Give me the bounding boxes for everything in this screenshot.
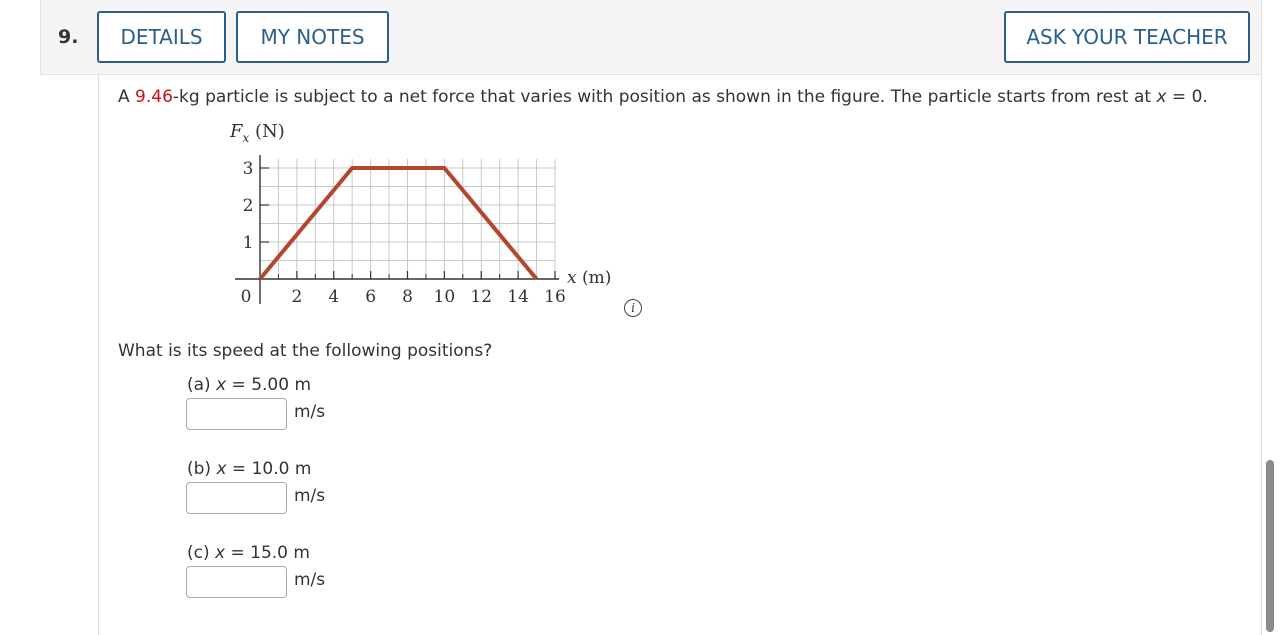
problem-text: -kg particle is subject to a net force t…: [172, 87, 1157, 107]
force-position-figure: 0 2 4 6 8 10 12 14 16 1 2 3 Fx (N) x (m): [220, 118, 620, 312]
question-number: 9.: [58, 26, 79, 48]
part-c-label: (c) x = 15.0 m: [187, 543, 310, 563]
problem-statement: A 9.46-kg particle is subject to a net f…: [118, 87, 1208, 107]
problem-prefix: A: [118, 87, 136, 107]
x-axis-label: x (m): [567, 268, 611, 288]
part-a-variable: x: [216, 375, 227, 395]
details-button[interactable]: DETAILS: [97, 11, 226, 63]
x-tick-label: 2: [291, 287, 302, 307]
x-tick-label: 12: [470, 287, 492, 307]
part-a-unit: m/s: [294, 402, 326, 422]
part-b-variable: x: [216, 459, 227, 479]
problem-variable: x: [1156, 87, 1167, 107]
part-c-variable: x: [215, 543, 226, 563]
x-tick-label: 8: [402, 287, 413, 307]
page-scrollbar[interactable]: [1266, 460, 1274, 632]
part-b-answer-input[interactable]: [186, 482, 287, 514]
x-tick-label: 16: [544, 287, 566, 307]
part-b-label: (b) x = 10.0 m: [187, 459, 311, 479]
x-tick-label: 10: [434, 287, 456, 307]
part-a-position: = 5.00 m: [226, 375, 312, 395]
part-c-prefix: (c): [187, 543, 216, 563]
chart-grid: [260, 159, 556, 279]
part-c-position: = 15.0 m: [225, 543, 310, 563]
question-prompt: What is its speed at the following posit…: [118, 341, 493, 361]
part-b-prefix: (b): [187, 459, 217, 479]
my-notes-button[interactable]: MY NOTES: [236, 11, 389, 63]
x-tick-label: 14: [507, 287, 529, 307]
problem-suffix: = 0.: [1166, 87, 1208, 107]
part-a-label: (a) x = 5.00 m: [187, 375, 311, 395]
part-a-prefix: (a): [187, 375, 217, 395]
force-position-chart: 0 2 4 6 8 10 12 14 16123Fx (N)x (m): [229, 121, 611, 307]
x-tick-label: 6: [365, 287, 376, 307]
chart-axes: [235, 155, 559, 304]
part-c-unit: m/s: [294, 570, 326, 590]
part-b-unit: m/s: [294, 486, 326, 506]
info-icon[interactable]: i: [624, 299, 642, 317]
part-c-answer-input[interactable]: [186, 566, 287, 598]
y-tick-label: 2: [243, 196, 254, 216]
mass-value: 9.46: [135, 87, 173, 107]
part-b-position: = 10.0 m: [226, 459, 312, 479]
x-tick-label: 4: [328, 287, 339, 307]
y-axis-label: Fx (N): [229, 121, 285, 145]
x-tick-label: 0: [241, 287, 252, 307]
y-tick-label: 1: [243, 233, 254, 253]
y-tick-label: 3: [243, 159, 254, 179]
ask-your-teacher-button[interactable]: ASK YOUR TEACHER: [1004, 11, 1250, 63]
part-a-answer-input[interactable]: [186, 398, 287, 430]
